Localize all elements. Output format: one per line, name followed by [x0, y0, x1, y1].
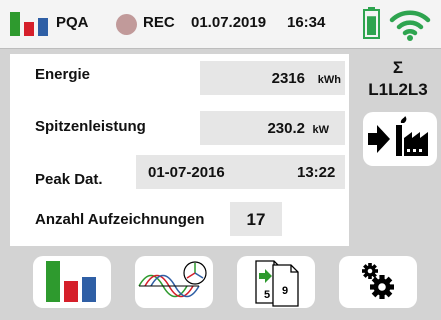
phases-label: L1L2L3 — [368, 80, 428, 99]
energy-field: 2316 kWh — [200, 61, 345, 95]
peak-power-field: 230.2 kW — [200, 111, 345, 145]
peak-power-label: Spitzenleistung — [35, 118, 146, 135]
rec-indicator — [116, 14, 137, 35]
right-column: Σ L1L2L3 — [355, 54, 441, 246]
sigma-symbol: Σ — [392, 58, 404, 77]
peak-time-value: 13:22 — [297, 164, 336, 181]
peak-power-unit: kW — [312, 124, 330, 136]
status-date: 01.07.2019 — [191, 14, 267, 31]
records-value: 17 — [246, 210, 266, 229]
bar-chart-icon — [46, 261, 96, 302]
waveform-button[interactable] — [135, 256, 213, 308]
recordings-button[interactable]: 5 9 — [237, 256, 315, 308]
energy-panel: Energie 2316 kWh Spitzenleistung 230.2 k… — [10, 54, 349, 246]
gears-icon — [362, 263, 394, 299]
energy-unit: kWh — [317, 74, 341, 86]
peak-power-value: 230.2 — [267, 120, 305, 137]
energy-to-factory-icon — [368, 116, 428, 156]
bar-chart-button[interactable] — [33, 256, 111, 308]
peak-date-value: 01-07-2016 — [148, 164, 225, 181]
recordings-badge-5: 5 — [264, 289, 270, 301]
recordings-pages-icon: 5 9 — [255, 260, 299, 307]
pqa-bars-icon — [10, 12, 48, 36]
wifi-icon — [389, 10, 431, 41]
settings-button[interactable] — [339, 256, 417, 308]
battery-icon — [363, 7, 380, 39]
records-label: Anzahl Aufzeichnungen — [35, 211, 205, 228]
energy-value: 2316 — [271, 70, 305, 87]
peak-date-label: Peak Dat. — [35, 171, 103, 188]
recordings-badge-9: 9 — [282, 285, 288, 297]
peak-date-field: 01-07-2016 13:22 — [136, 155, 345, 189]
records-field: 17 — [230, 202, 282, 236]
screen: PQA REC 01.07.2019 16:34 Energie 2316 kW… — [0, 0, 441, 320]
energy-label: Energie — [35, 66, 91, 83]
rec-label: REC — [143, 14, 175, 31]
status-time: 16:34 — [287, 14, 326, 31]
waveform-phasor-icon — [138, 261, 207, 298]
export-energy-button[interactable] — [363, 112, 437, 166]
mode-label: PQA — [56, 14, 89, 31]
status-bar: PQA REC 01.07.2019 16:34 — [0, 0, 441, 49]
